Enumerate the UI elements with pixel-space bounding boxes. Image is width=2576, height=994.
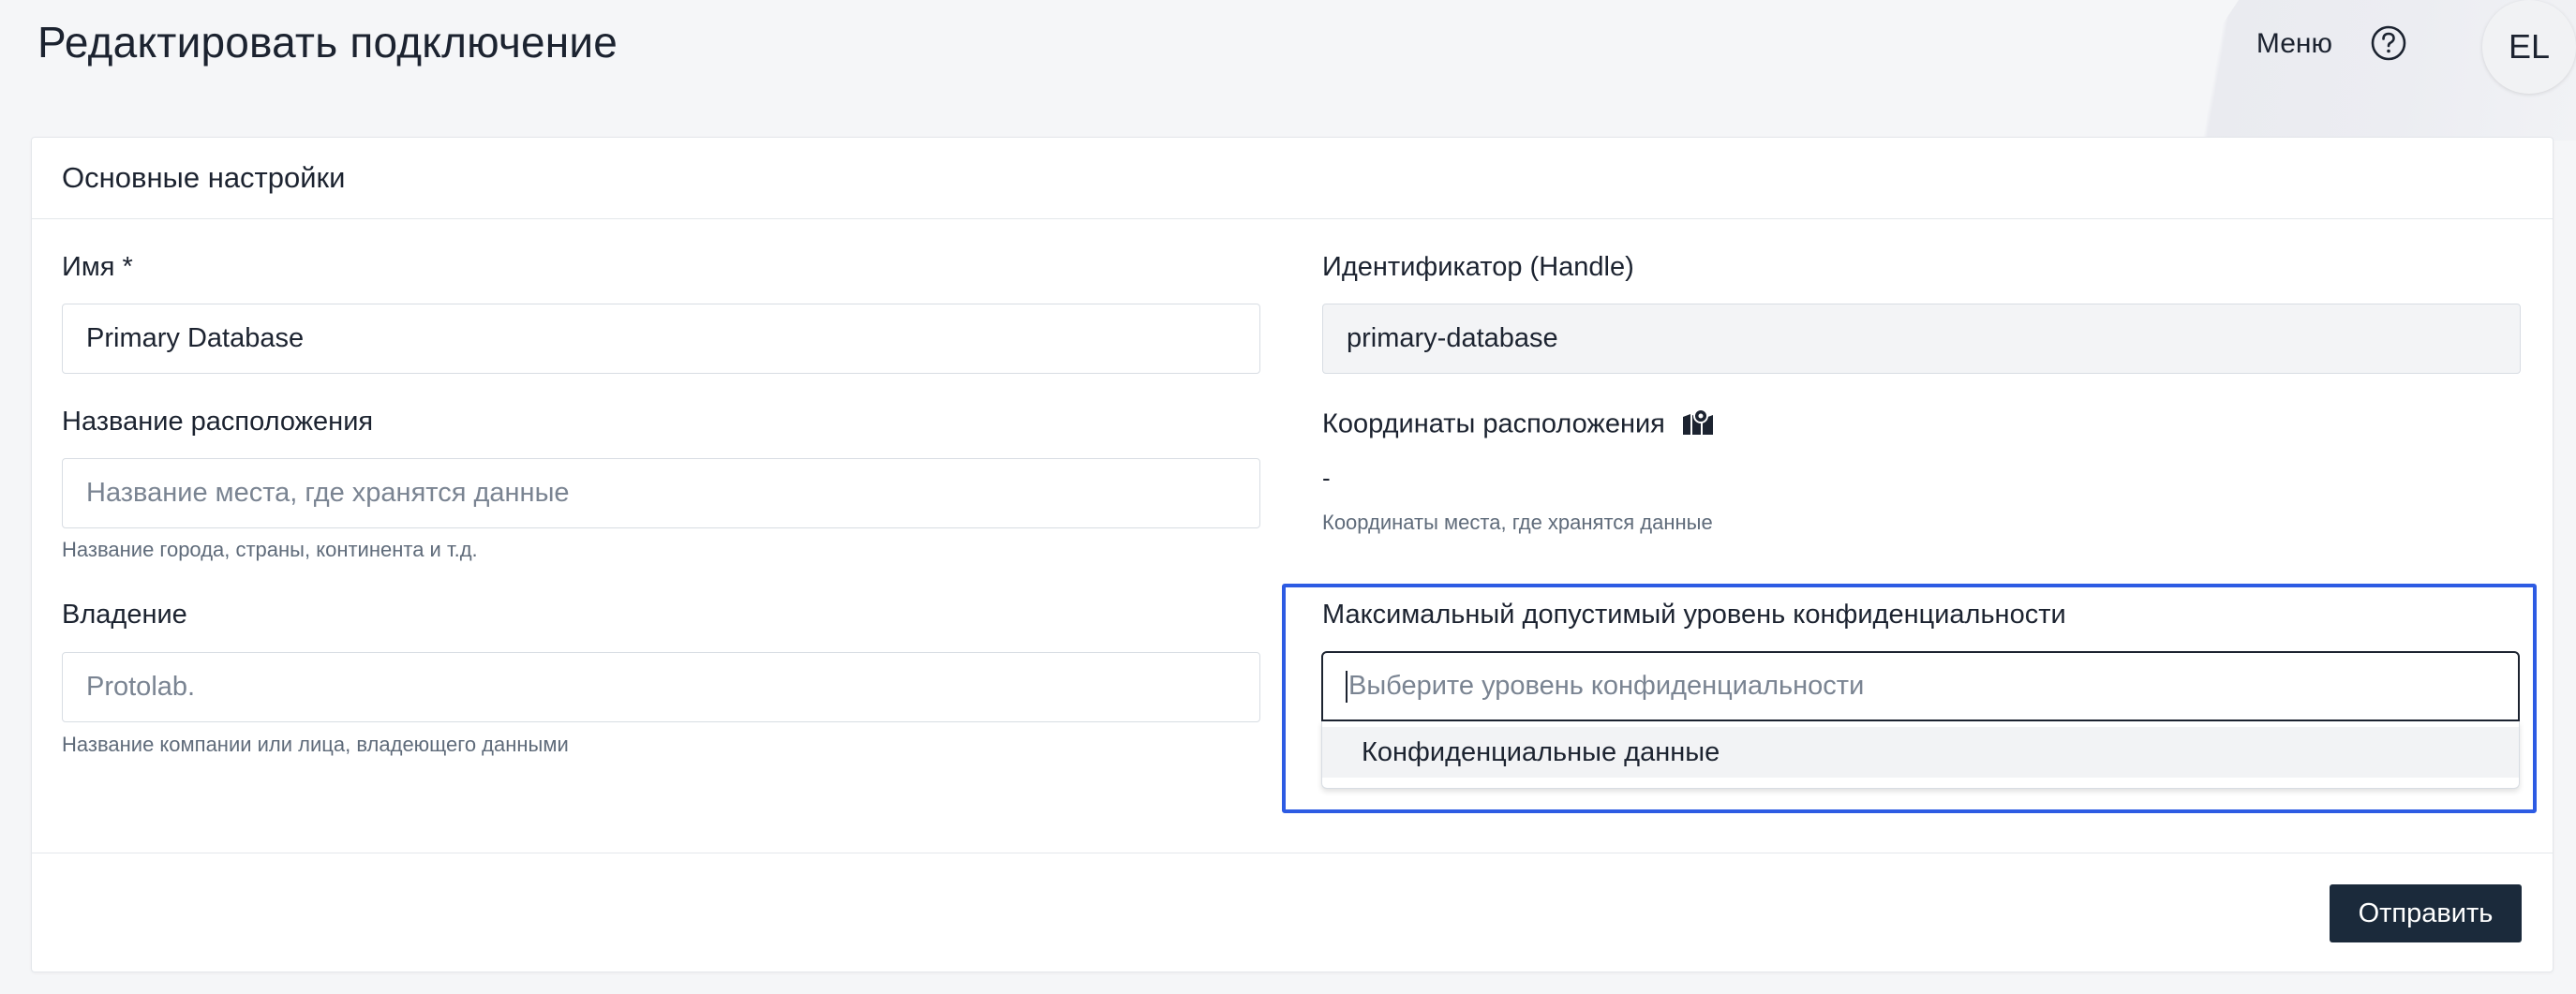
confidentiality-select-input[interactable]: Выберите уровень конфиденциальности xyxy=(1321,651,2520,721)
submit-button[interactable]: Отправить xyxy=(2330,884,2522,942)
user-avatar[interactable]: EL xyxy=(2482,0,2576,94)
location-coords-label: Координаты расположения xyxy=(1322,408,1665,439)
location-coords-value: - xyxy=(1322,464,1331,492)
handle-input[interactable] xyxy=(1322,304,2521,374)
ownership-input[interactable] xyxy=(62,652,1260,722)
settings-card: Основные настройки Имя * Идентификатор (… xyxy=(31,137,2554,972)
card-footer: Отправить xyxy=(32,853,2553,972)
section-title: Основные настройки xyxy=(32,138,2553,219)
name-label: Имя * xyxy=(62,252,133,282)
menu-button[interactable]: Меню xyxy=(2256,28,2332,60)
map-marker-icon xyxy=(1682,408,1714,443)
dropdown-option-confidential[interactable]: Конфиденциальные данные xyxy=(1322,727,2519,778)
ownership-label: Владение xyxy=(62,600,187,630)
handle-label: Идентификатор (Handle) xyxy=(1322,252,1634,282)
location-name-input[interactable] xyxy=(62,458,1260,528)
page-title: Редактировать подключение xyxy=(37,18,618,67)
confidentiality-placeholder: Выберите уровень конфиденциальности xyxy=(1348,671,1865,701)
location-coords-label-row: Координаты расположения xyxy=(1322,408,1714,443)
location-name-help: Название города, страны, континента и т.… xyxy=(62,538,478,561)
location-coords-help: Координаты места, где хранятся данные xyxy=(1322,511,1713,534)
location-name-label: Название расположения xyxy=(62,407,374,437)
ownership-help: Название компании или лица, владеющего д… xyxy=(62,733,569,756)
question-circle-icon[interactable] xyxy=(2370,24,2407,62)
confidentiality-dropdown: Конфиденциальные данные xyxy=(1321,721,2520,789)
page-header: Редактировать подключение Меню EL xyxy=(0,0,2576,94)
text-caret xyxy=(1346,670,1348,703)
name-input[interactable] xyxy=(62,304,1260,374)
